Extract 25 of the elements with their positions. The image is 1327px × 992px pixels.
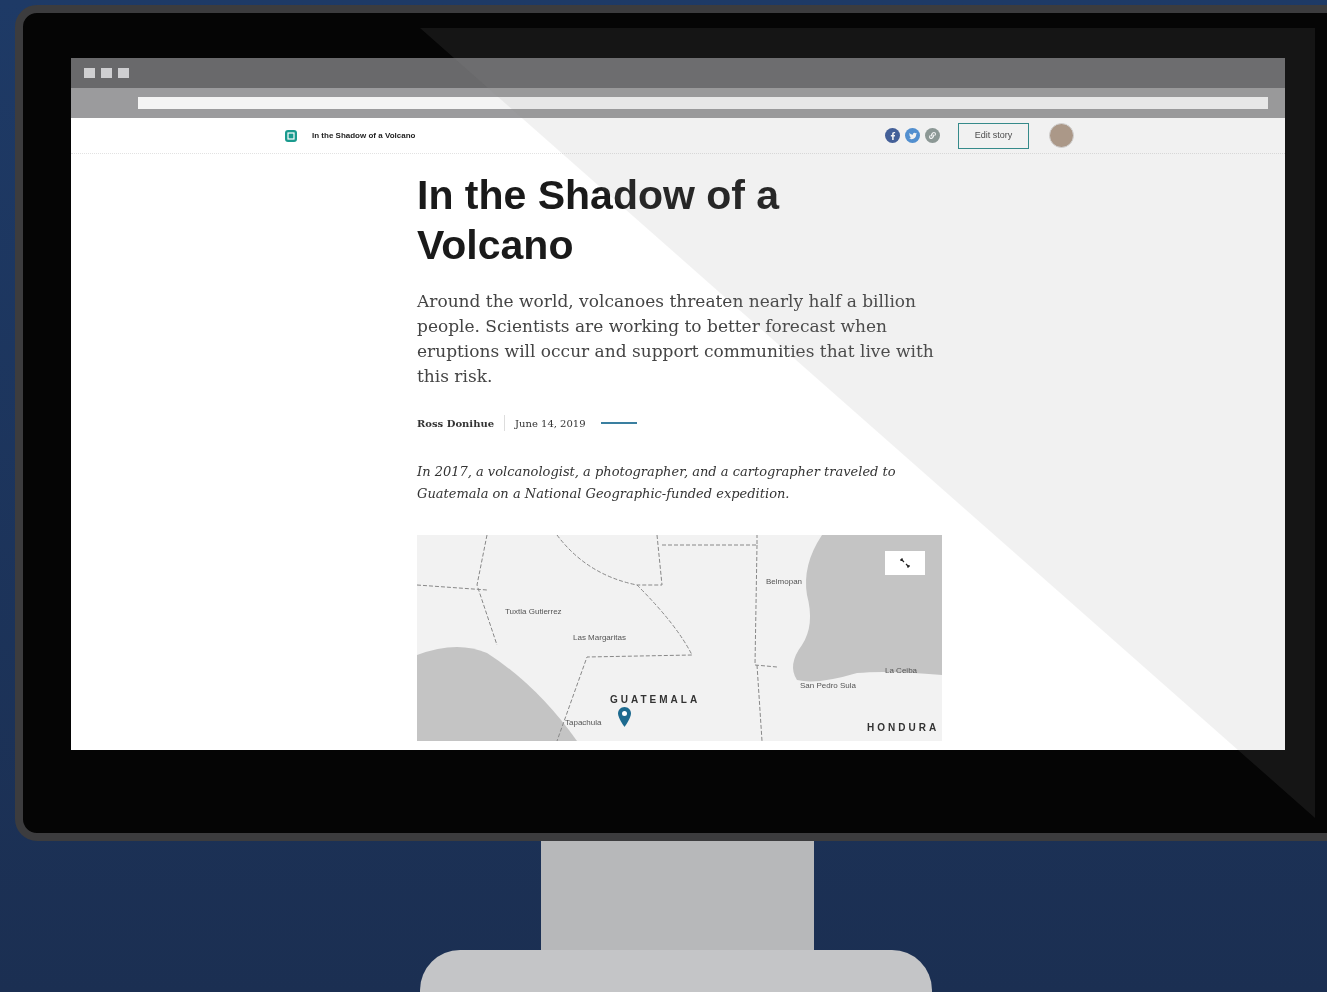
map[interactable]: Tuxtla Gutierrez Las Margaritas Belmopan La Ceiba San Pedro Sula GUATEMALA Tapachula HONDURA	[417, 535, 942, 741]
avatar[interactable]	[1049, 123, 1074, 148]
map-label: La Ceiba	[885, 666, 918, 675]
story-logo-icon	[284, 128, 298, 143]
map-label: HONDURA	[867, 721, 940, 735]
link-icon[interactable]	[925, 128, 940, 143]
article-intro: Around the world, volcanoes threaten nearly half a billion people. Scientists are working to better forecast when eruptions will occur and support communities that live with this risk.	[417, 290, 935, 388]
article-lede: In 2017, a volcanologist, a photographer, and a cartographer traveled to Guatemala on a National Geographic-funded expedition.	[417, 463, 897, 503]
story-title: In the Shadow of a Volcano	[312, 129, 416, 142]
map-pin-icon[interactable]	[618, 707, 631, 727]
map-label: Tapachula	[565, 718, 602, 727]
author-name: Ross Donihue	[417, 416, 495, 431]
map-label: GUATEMALA	[610, 693, 701, 707]
map-label: San Pedro Sula	[800, 681, 857, 690]
publish-date: June 14, 2019	[515, 416, 586, 431]
expand-icon	[900, 558, 910, 568]
accent-rule	[600, 422, 637, 424]
article-title: In the Shadow of a Volcano	[417, 171, 781, 270]
map-label: Las Margaritas	[573, 633, 626, 642]
map-label: Tuxtla Gutierrez	[505, 607, 562, 616]
twitter-icon[interactable]	[905, 128, 920, 143]
edit-story-button[interactable]: Edit story	[958, 122, 1029, 149]
expand-button[interactable]	[885, 551, 925, 575]
map-label: Belmopan	[766, 577, 803, 586]
facebook-icon[interactable]	[885, 128, 900, 143]
